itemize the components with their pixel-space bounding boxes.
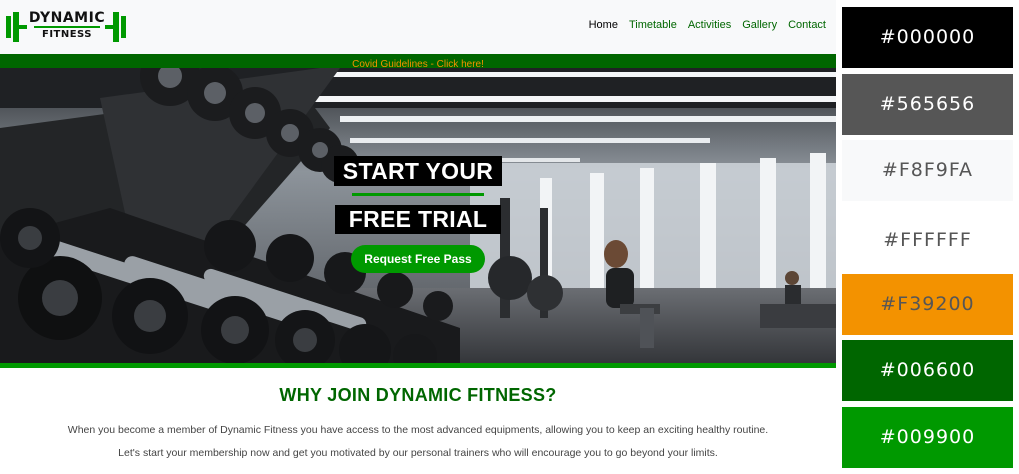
logo-divider — [34, 26, 100, 28]
nav-home[interactable]: Home — [589, 19, 618, 31]
hero-title-line-2: FREE TRIAL — [335, 205, 501, 234]
swatch-off-white: #F8F9FA — [842, 140, 1013, 201]
hero-divider — [352, 193, 484, 196]
covid-banner: Covid Guidelines - Click here! — [0, 54, 836, 70]
swatch-label: #F39200 — [880, 293, 975, 315]
nav-contact[interactable]: Contact — [788, 19, 826, 31]
main-navigation: Home Timetable Activities Gallery Contac… — [589, 19, 826, 31]
website-page: DYNAMIC FITNESS Home Timetable Activitie… — [0, 0, 836, 474]
why-join-paragraph-2: Let's start your membership now and get … — [118, 447, 718, 459]
swatch-dark-green: #006600 — [842, 340, 1013, 401]
swatch-dark-gray: #565656 — [842, 74, 1013, 135]
why-join-paragraph-1: When you become a member of Dynamic Fitn… — [67, 424, 769, 436]
hero-bottom-border — [0, 363, 836, 368]
site-logo[interactable]: DYNAMIC FITNESS — [6, 9, 126, 45]
logo-text-primary: DYNAMIC — [28, 10, 106, 26]
swatch-green: #009900 — [842, 407, 1013, 468]
nav-activities[interactable]: Activities — [688, 19, 731, 31]
why-join-heading: WHY JOIN DYNAMIC FITNESS? — [279, 385, 557, 405]
swatch-white: #FFFFFF — [842, 206, 1013, 274]
site-header: DYNAMIC FITNESS Home Timetable Activitie… — [0, 0, 836, 54]
swatch-label: #FFFFFF — [883, 229, 972, 251]
swatch-label: #000000 — [879, 26, 976, 48]
swatch-label: #009900 — [879, 426, 976, 448]
request-free-pass-button[interactable]: Request Free Pass — [351, 245, 485, 273]
swatch-orange: #F39200 — [842, 274, 1013, 335]
swatch-black: #000000 — [842, 7, 1013, 68]
hero-gym-image: START YOUR FREE TRIAL Request Free Pass — [0, 68, 836, 363]
nav-gallery[interactable]: Gallery — [742, 19, 777, 31]
hero-title-line-1: START YOUR — [334, 156, 502, 186]
swatch-label: #006600 — [879, 359, 976, 381]
logo-text-secondary: FITNESS — [41, 29, 93, 40]
swatch-label: #F8F9FA — [881, 159, 974, 181]
nav-timetable[interactable]: Timetable — [629, 19, 677, 31]
swatch-label: #565656 — [879, 93, 976, 115]
